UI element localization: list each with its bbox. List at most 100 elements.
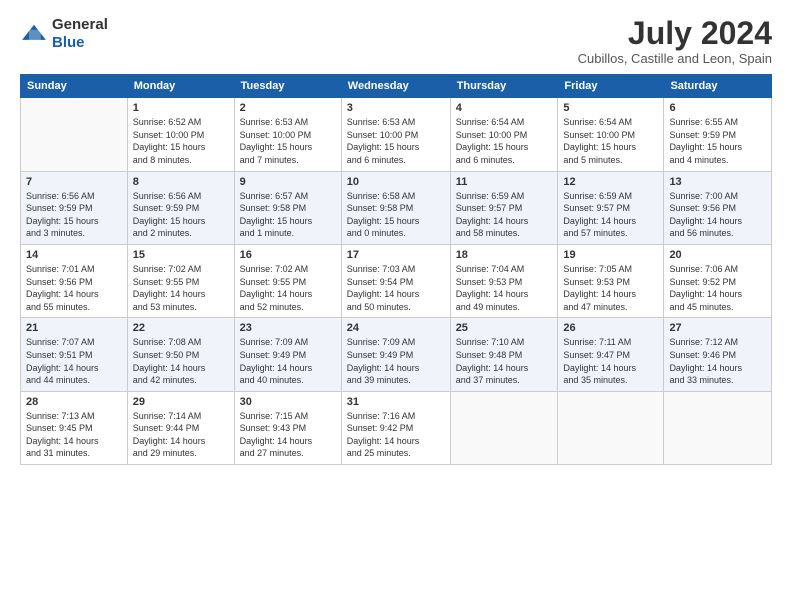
logo-text: General Blue [52, 16, 108, 52]
day-info: Sunrise: 6:56 AM Sunset: 9:59 PM Dayligh… [26, 190, 122, 240]
month-title: July 2024 [578, 16, 772, 51]
table-row: 22 Sunrise: 7:08 AM Sunset: 9:50 PM Dayli… [127, 318, 234, 391]
table-row: 9 Sunrise: 6:57 AM Sunset: 9:58 PM Daylig… [234, 171, 341, 244]
day-info: Sunrise: 7:11 AM Sunset: 9:47 PM Dayligh… [563, 336, 658, 386]
table-row: 17 Sunrise: 7:03 AM Sunset: 9:54 PM Dayli… [341, 244, 450, 317]
day-number: 27 [669, 322, 766, 334]
day-info: Sunrise: 7:00 AM Sunset: 9:56 PM Dayligh… [669, 190, 766, 240]
table-row: 30Sunrise: 7:15 AM Sunset: 9:43 PM Dayli… [234, 391, 341, 464]
table-row: 23 Sunrise: 7:09 AM Sunset: 9:49 PM Dayli… [234, 318, 341, 391]
day-number: 15 [133, 249, 229, 261]
table-row: 3Sunrise: 6:53 AM Sunset: 10:00 PM Dayli… [341, 98, 450, 171]
day-info: Sunrise: 7:14 AM Sunset: 9:44 PM Dayligh… [133, 410, 229, 460]
day-info: Sunrise: 7:09 AM Sunset: 9:49 PM Dayligh… [240, 336, 336, 386]
table-row: 19 Sunrise: 7:05 AM Sunset: 9:53 PM Dayli… [558, 244, 664, 317]
table-row: 15 Sunrise: 7:02 AM Sunset: 9:55 PM Dayli… [127, 244, 234, 317]
calendar-week-row: 1 Sunrise: 6:52 AM Sunset: 10:00 PM Dayli… [21, 98, 772, 171]
col-friday: Friday [558, 75, 664, 98]
table-row: 29 Sunrise: 7:14 AM Sunset: 9:44 PM Dayli… [127, 391, 234, 464]
table-row: 26 Sunrise: 7:11 AM Sunset: 9:47 PM Dayli… [558, 318, 664, 391]
day-number: 29 [133, 396, 229, 408]
day-info: Sunrise: 7:02 AM Sunset: 9:55 PM Dayligh… [133, 263, 229, 313]
day-number: 2 [240, 102, 336, 114]
day-number: 21 [26, 322, 122, 334]
table-row [21, 98, 128, 171]
col-monday: Monday [127, 75, 234, 98]
col-wednesday: Wednesday [341, 75, 450, 98]
table-row: 16Sunrise: 7:02 AM Sunset: 9:55 PM Dayli… [234, 244, 341, 317]
day-number: 9 [240, 176, 336, 188]
table-row: 4Sunrise: 6:54 AM Sunset: 10:00 PM Dayli… [450, 98, 558, 171]
table-row [450, 391, 558, 464]
table-row: 1 Sunrise: 6:52 AM Sunset: 10:00 PM Dayli… [127, 98, 234, 171]
table-row: 8 Sunrise: 6:56 AM Sunset: 9:59 PM Daylig… [127, 171, 234, 244]
day-info: Sunrise: 7:07 AM Sunset: 9:51 PM Dayligh… [26, 336, 122, 386]
day-number: 16 [240, 249, 336, 261]
day-number: 6 [669, 102, 766, 114]
day-number: 1 [133, 102, 229, 114]
table-row [558, 391, 664, 464]
day-info: Sunrise: 6:58 AM Sunset: 9:58 PM Dayligh… [347, 190, 445, 240]
day-info: Sunrise: 7:06 AM Sunset: 9:52 PM Dayligh… [669, 263, 766, 313]
day-number: 25 [456, 322, 553, 334]
day-number: 10 [347, 176, 445, 188]
day-info: Sunrise: 7:04 AM Sunset: 9:53 PM Dayligh… [456, 263, 553, 313]
day-number: 3 [347, 102, 445, 114]
calendar-week-row: 14 Sunrise: 7:01 AM Sunset: 9:56 PM Dayli… [21, 244, 772, 317]
day-number: 30 [240, 396, 336, 408]
day-number: 28 [26, 396, 122, 408]
table-row: 21 Sunrise: 7:07 AM Sunset: 9:51 PM Dayli… [21, 318, 128, 391]
table-row: 5 Sunrise: 6:54 AM Sunset: 10:00 PM Dayli… [558, 98, 664, 171]
table-row: 10 Sunrise: 6:58 AM Sunset: 9:58 PM Dayli… [341, 171, 450, 244]
table-row [664, 391, 772, 464]
calendar-table: Sunday Monday Tuesday Wednesday Thursday… [20, 74, 772, 465]
day-info: Sunrise: 7:01 AM Sunset: 9:56 PM Dayligh… [26, 263, 122, 313]
title-block: July 2024 Cubillos, Castille and Leon, S… [578, 16, 772, 66]
table-row: 24Sunrise: 7:09 AM Sunset: 9:49 PM Dayli… [341, 318, 450, 391]
day-info: Sunrise: 6:53 AM Sunset: 10:00 PM Daylig… [240, 116, 336, 166]
day-number: 18 [456, 249, 553, 261]
day-number: 13 [669, 176, 766, 188]
day-info: Sunrise: 6:55 AM Sunset: 9:59 PM Dayligh… [669, 116, 766, 166]
day-number: 12 [563, 176, 658, 188]
header: General Blue July 2024 Cubillos, Castill… [20, 16, 772, 66]
day-info: Sunrise: 6:57 AM Sunset: 9:58 PM Dayligh… [240, 190, 336, 240]
calendar-week-row: 7Sunrise: 6:56 AM Sunset: 9:59 PM Daylig… [21, 171, 772, 244]
day-number: 31 [347, 396, 445, 408]
day-number: 4 [456, 102, 553, 114]
col-sunday: Sunday [21, 75, 128, 98]
day-info: Sunrise: 7:03 AM Sunset: 9:54 PM Dayligh… [347, 263, 445, 313]
page: General Blue July 2024 Cubillos, Castill… [0, 0, 792, 612]
table-row: 2 Sunrise: 6:53 AM Sunset: 10:00 PM Dayli… [234, 98, 341, 171]
day-info: Sunrise: 7:10 AM Sunset: 9:48 PM Dayligh… [456, 336, 553, 386]
location: Cubillos, Castille and Leon, Spain [578, 51, 772, 66]
table-row: 7Sunrise: 6:56 AM Sunset: 9:59 PM Daylig… [21, 171, 128, 244]
day-info: Sunrise: 6:52 AM Sunset: 10:00 PM Daylig… [133, 116, 229, 166]
day-info: Sunrise: 6:54 AM Sunset: 10:00 PM Daylig… [563, 116, 658, 166]
day-info: Sunrise: 7:13 AM Sunset: 9:45 PM Dayligh… [26, 410, 122, 460]
day-number: 22 [133, 322, 229, 334]
table-row: 13 Sunrise: 7:00 AM Sunset: 9:56 PM Dayli… [664, 171, 772, 244]
day-info: Sunrise: 6:56 AM Sunset: 9:59 PM Dayligh… [133, 190, 229, 240]
day-number: 24 [347, 322, 445, 334]
logo-icon [20, 23, 48, 45]
day-number: 8 [133, 176, 229, 188]
day-number: 26 [563, 322, 658, 334]
col-thursday: Thursday [450, 75, 558, 98]
table-row: 31 Sunrise: 7:16 AM Sunset: 9:42 PM Dayli… [341, 391, 450, 464]
day-info: Sunrise: 6:59 AM Sunset: 9:57 PM Dayligh… [563, 190, 658, 240]
day-number: 19 [563, 249, 658, 261]
day-info: Sunrise: 7:08 AM Sunset: 9:50 PM Dayligh… [133, 336, 229, 386]
day-number: 23 [240, 322, 336, 334]
table-row: 6 Sunrise: 6:55 AM Sunset: 9:59 PM Daylig… [664, 98, 772, 171]
table-row: 28 Sunrise: 7:13 AM Sunset: 9:45 PM Dayli… [21, 391, 128, 464]
table-row: 12 Sunrise: 6:59 AM Sunset: 9:57 PM Dayli… [558, 171, 664, 244]
day-number: 17 [347, 249, 445, 261]
day-info: Sunrise: 7:05 AM Sunset: 9:53 PM Dayligh… [563, 263, 658, 313]
calendar-header-row: Sunday Monday Tuesday Wednesday Thursday… [21, 75, 772, 98]
day-info: Sunrise: 7:12 AM Sunset: 9:46 PM Dayligh… [669, 336, 766, 386]
day-number: 5 [563, 102, 658, 114]
day-number: 14 [26, 249, 122, 261]
day-info: Sunrise: 7:16 AM Sunset: 9:42 PM Dayligh… [347, 410, 445, 460]
table-row: 27 Sunrise: 7:12 AM Sunset: 9:46 PM Dayli… [664, 318, 772, 391]
